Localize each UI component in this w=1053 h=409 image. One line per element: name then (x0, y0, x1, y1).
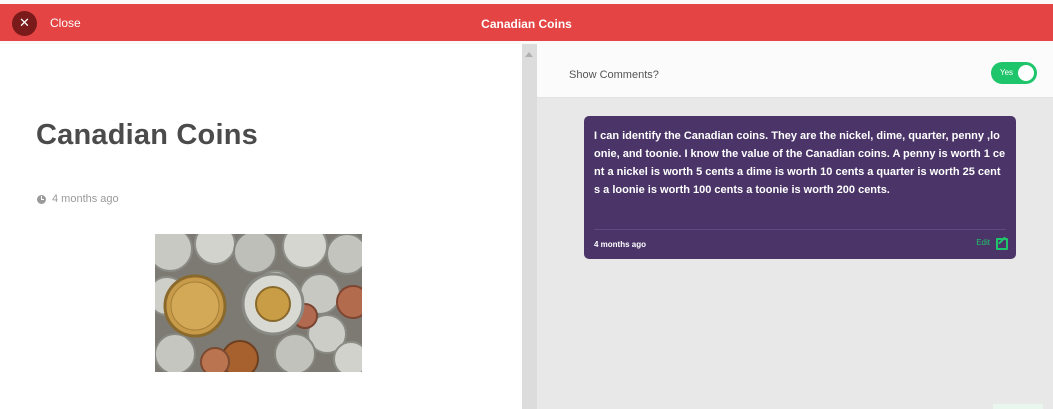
edit-label: Edit (976, 237, 990, 247)
show-comments-label: Show Comments? (569, 69, 659, 81)
post-title: Canadian Coins (36, 119, 258, 151)
post-meta: 4 months ago (37, 193, 119, 205)
post-timestamp: 4 months ago (52, 193, 119, 205)
clock-icon (37, 194, 46, 204)
comments-header: Show Comments? Yes (537, 44, 1053, 98)
scroll-up-icon[interactable] (525, 52, 533, 57)
top-bar: ✕ Close Canadian Coins (0, 0, 1053, 44)
coins-image[interactable] (155, 234, 362, 372)
toggle-label: Yes (1000, 68, 1014, 77)
coins-illustration (155, 234, 362, 372)
post-pane: Canadian Coins 4 months ago (0, 44, 522, 409)
header-bar: ✕ Close Canadian Coins (0, 4, 1053, 41)
comment-text: I can identify the Canadian coins. They … (594, 130, 1006, 196)
bottom-accent (993, 404, 1043, 409)
toggle-knob (1018, 65, 1034, 81)
page-title: Canadian Coins (481, 17, 572, 31)
scrollbar[interactable] (522, 44, 537, 409)
edit-icon[interactable] (996, 236, 1008, 250)
comments-pane: Show Comments? Yes I can identify the Ca… (537, 44, 1053, 409)
comment-timestamp: 4 months ago (594, 240, 647, 249)
edit-comment-button[interactable]: Edit (976, 236, 1008, 250)
show-comments-toggle[interactable]: Yes (991, 62, 1037, 84)
comment-divider (594, 229, 1006, 230)
comment-card: I can identify the Canadian coins. They … (584, 116, 1016, 259)
